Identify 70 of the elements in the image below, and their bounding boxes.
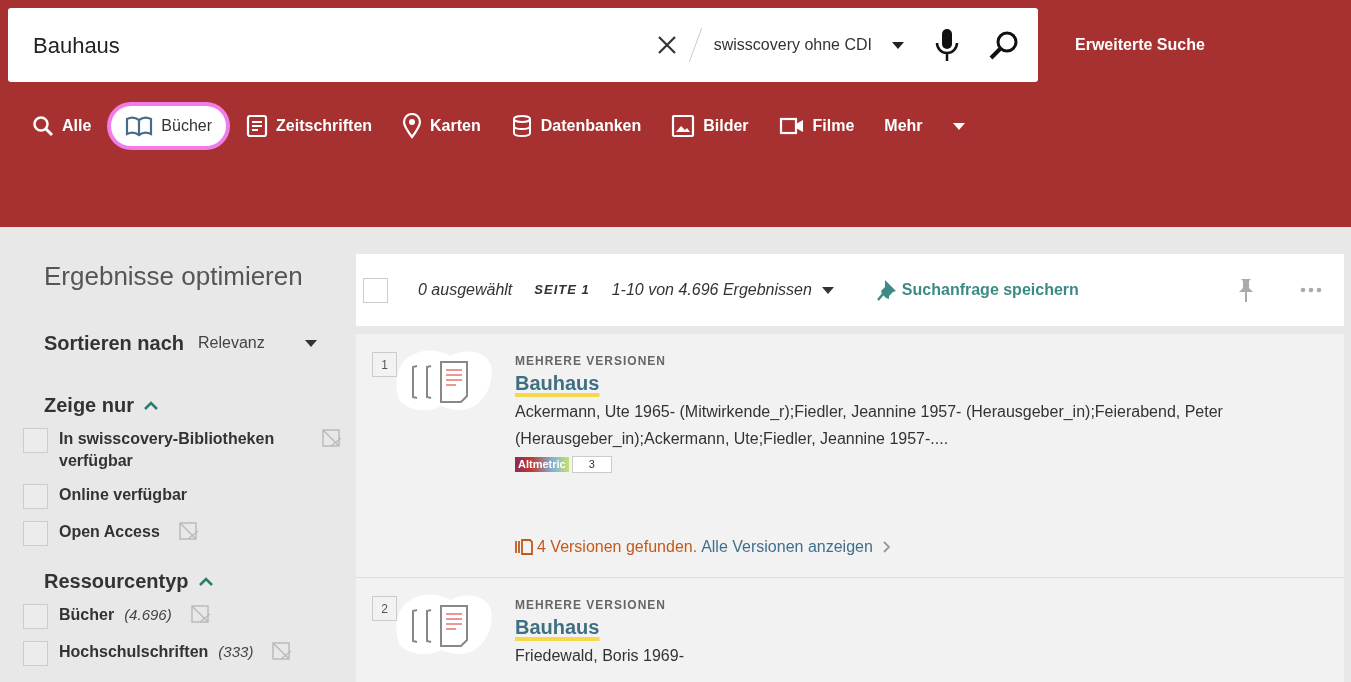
result-title-link[interactable]: Bauhaus xyxy=(515,614,600,640)
exclude-icon[interactable] xyxy=(177,521,200,541)
caret-icon xyxy=(892,41,904,49)
select-all-checkbox[interactable] xyxy=(363,277,388,303)
altmetric-score: 3 xyxy=(571,456,612,473)
database-icon xyxy=(510,114,533,138)
result-number: 1 xyxy=(372,352,397,377)
result-type: MEHRERE VERSIONEN xyxy=(515,353,667,370)
filter-group-header[interactable]: Zeige nur xyxy=(44,390,158,420)
filter-option[interactable]: Open Access xyxy=(59,521,160,543)
caret-icon xyxy=(821,286,834,294)
filter-option[interactable]: Hochschulschriften xyxy=(59,641,209,663)
pin-icon[interactable] xyxy=(1238,277,1254,303)
document-icon xyxy=(246,114,269,138)
result-authors: Ackermann, Ute 1965- (Mitwirkende_r);Fiedler, Jeannine 1957- (Herausgeber_in);Feierabend, Peter (Herausgeber_in);Ackermann, Ute;Fiedler, Jeannine 1957-.... xyxy=(515,402,1224,449)
chevron-icon xyxy=(198,576,213,586)
save-query-button[interactable]: Suchanfrage speichern xyxy=(875,278,1079,302)
category-tab[interactable]: Zeitschriften xyxy=(236,106,383,146)
category-tab[interactable]: Filme xyxy=(768,106,865,146)
microphone-icon[interactable] xyxy=(934,27,960,63)
filter-checkbox[interactable] xyxy=(23,641,48,666)
result-authors: Friedewald, Boris 1969- xyxy=(515,646,685,666)
caret-icon xyxy=(952,122,965,130)
result-count: (4.696) xyxy=(124,605,172,625)
filter-checkbox[interactable] xyxy=(23,428,48,453)
exclude-icon[interactable] xyxy=(321,428,343,448)
page-number: SEITE 1 xyxy=(534,281,590,300)
chevron-right-icon xyxy=(882,541,890,553)
more-options-icon[interactable] xyxy=(1300,287,1322,293)
exclude-icon[interactable] xyxy=(271,641,294,661)
results-range-dropdown[interactable]: 1-10 von 4.696 Ergebnissen xyxy=(611,278,834,302)
chevron-icon xyxy=(144,400,158,410)
category-tab[interactable]: Alle xyxy=(22,106,102,146)
scope-dropdown[interactable]: swisscovery ohne CDI xyxy=(701,33,916,57)
filter-checkbox[interactable] xyxy=(23,521,48,546)
image-icon xyxy=(671,114,696,138)
versions-found-text: 4 Versionen gefunden. xyxy=(537,537,698,557)
pin-icon xyxy=(875,278,898,302)
filter-checkbox[interactable] xyxy=(23,604,48,629)
video-camera-icon xyxy=(778,117,805,135)
multiple-versions-icon xyxy=(395,594,493,656)
exclude-icon[interactable] xyxy=(189,604,212,624)
filter-option[interactable]: Bücher xyxy=(59,604,115,626)
sort-label: Sortieren nach xyxy=(44,331,185,356)
advanced-search-link[interactable]: Erweiterte Suche xyxy=(1075,33,1205,57)
filter-option[interactable]: Online verfügbar xyxy=(59,484,188,506)
result-type: MEHRERE VERSIONEN xyxy=(515,597,667,614)
caret-icon xyxy=(304,339,317,347)
versions-icon xyxy=(515,539,533,555)
clear-icon[interactable] xyxy=(656,35,677,55)
category-tab[interactable]: Karten xyxy=(392,106,491,146)
search-field[interactable]: Bauhaus swisscovery ohne CDI xyxy=(8,8,1038,82)
result-count: (333) xyxy=(218,642,254,662)
result-number: 2 xyxy=(372,596,397,621)
sidebar-title: Ergebnisse optimieren xyxy=(44,260,304,293)
filter-checkbox[interactable] xyxy=(23,484,48,509)
multiple-versions-icon xyxy=(395,350,493,412)
sort-dropdown[interactable]: Relevanz xyxy=(198,331,317,355)
filter-group-header[interactable]: Ressourcentyp xyxy=(44,566,213,596)
result-title-link[interactable]: Bauhaus xyxy=(515,370,600,396)
selected-count: 0 ausgewählt xyxy=(418,280,513,300)
category-tab[interactable]: Mehr xyxy=(874,106,975,146)
book-icon xyxy=(125,115,154,137)
filter-option[interactable]: In swisscovery-Bibliotheken verfügbar xyxy=(59,428,309,472)
search-icon[interactable] xyxy=(988,29,1020,61)
category-tab[interactable]: Bilder xyxy=(661,106,759,146)
location-pin-icon xyxy=(402,113,423,139)
search-icon xyxy=(32,115,54,137)
category-tab[interactable]: Datenbanken xyxy=(500,106,652,146)
all-versions-link[interactable]: Alle Versionen anzeigen xyxy=(701,535,890,559)
